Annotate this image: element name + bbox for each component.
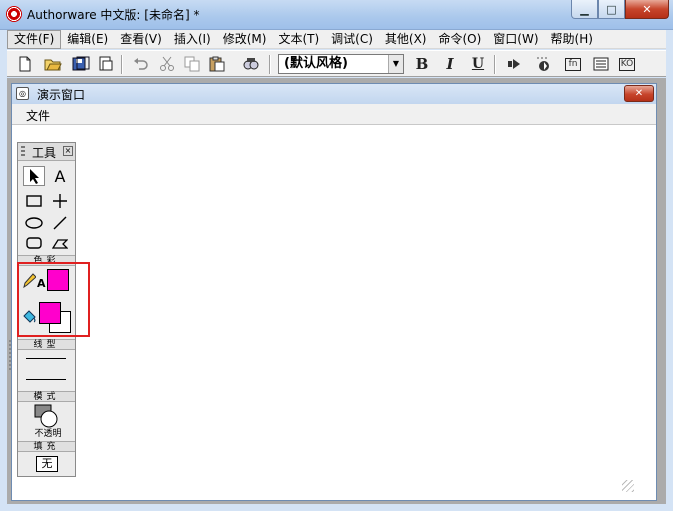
orthogonal-line-tool[interactable] bbox=[49, 191, 71, 211]
presentation-close-button[interactable]: ✕ bbox=[624, 85, 654, 102]
mode-value: 不透明 bbox=[34, 429, 62, 439]
pointer-tool[interactable] bbox=[23, 166, 45, 186]
line-section-label: 线型 bbox=[18, 339, 75, 350]
restart-icon[interactable] bbox=[534, 54, 554, 74]
highlight-frame bbox=[17, 262, 90, 337]
polygon-tool[interactable] bbox=[49, 233, 71, 253]
variables-icon[interactable] bbox=[591, 54, 611, 74]
knowledge-objects-icon[interactable]: KO bbox=[619, 58, 635, 71]
menu-insert[interactable]: 插入(I) bbox=[168, 31, 217, 48]
diagonal-line-tool[interactable] bbox=[49, 213, 71, 233]
line-style-default[interactable] bbox=[26, 379, 66, 380]
presentation-icon: ◎ bbox=[16, 87, 29, 100]
window-controls: ▁ □ ✕ bbox=[571, 0, 669, 20]
palette-title: 工具 bbox=[32, 146, 57, 160]
menu-text[interactable]: 文本(T) bbox=[272, 31, 325, 48]
minimize-button[interactable]: ▁ bbox=[571, 0, 598, 19]
chevron-down-icon[interactable]: ▼ bbox=[388, 55, 403, 73]
mode-section-label: 模式 bbox=[18, 391, 75, 402]
window-title: Authorware 中文版: [未命名] * bbox=[27, 8, 200, 22]
authorware-logo-icon bbox=[6, 6, 22, 22]
toolbar-separator bbox=[121, 55, 123, 74]
fill-section-label: 填充 bbox=[18, 441, 75, 452]
menu-file[interactable]: 文件(F) bbox=[7, 29, 62, 49]
fill-pattern-button[interactable]: 无 bbox=[36, 456, 58, 472]
save-all-icon[interactable] bbox=[71, 54, 91, 74]
menu-edit[interactable]: 编辑(E) bbox=[61, 31, 114, 48]
toolbar-separator bbox=[494, 55, 496, 74]
copy-icon[interactable] bbox=[182, 54, 202, 74]
bold-button[interactable]: B bbox=[412, 54, 432, 74]
new-file-icon[interactable] bbox=[15, 54, 35, 74]
rectangle-tool[interactable] bbox=[23, 191, 45, 211]
text-style-value: (默认风格) bbox=[284, 56, 348, 71]
presentation-title: 演示窗口 bbox=[37, 88, 86, 102]
app-titlebar[interactable]: Authorware 中文版: [未命名] * ▁ □ ✕ bbox=[0, 0, 673, 30]
main-toolbar: (默认风格) ▼ B I U fn KO bbox=[7, 50, 666, 77]
drag-handle-icon[interactable] bbox=[21, 146, 25, 158]
menu-other[interactable]: 其他(X) bbox=[379, 31, 433, 48]
palette-header[interactable]: 工具 × bbox=[18, 143, 75, 161]
menu-debug[interactable]: 调试(C) bbox=[325, 31, 379, 48]
ellipse-tool[interactable] bbox=[23, 213, 45, 233]
close-button[interactable]: ✕ bbox=[625, 0, 669, 19]
italic-button[interactable]: I bbox=[440, 54, 460, 74]
toolbar-separator bbox=[269, 55, 271, 74]
find-icon[interactable] bbox=[241, 54, 261, 74]
menu-help[interactable]: 帮助(H) bbox=[545, 31, 599, 48]
resize-grip-icon[interactable] bbox=[622, 480, 634, 492]
presentation-window: ◎ 演示窗口 ✕ 文件 bbox=[11, 83, 657, 501]
paste-icon[interactable] bbox=[207, 54, 227, 74]
underline-button[interactable]: U bbox=[468, 54, 488, 74]
maximize-button[interactable]: □ bbox=[598, 0, 625, 19]
mode-opaque-icon[interactable] bbox=[34, 404, 60, 428]
presentation-menu-file[interactable]: 文件 bbox=[26, 107, 50, 124]
menu-commands[interactable]: 命令(O) bbox=[432, 31, 487, 48]
presentation-menubar: 文件 bbox=[12, 104, 656, 125]
presentation-canvas[interactable] bbox=[12, 126, 656, 500]
presentation-titlebar[interactable]: ◎ 演示窗口 ✕ bbox=[12, 84, 656, 104]
import-icon[interactable] bbox=[96, 54, 116, 74]
menu-view[interactable]: 查看(V) bbox=[114, 31, 168, 48]
open-folder-icon[interactable] bbox=[43, 54, 63, 74]
rounded-rectangle-tool[interactable] bbox=[23, 233, 45, 253]
play-icon[interactable] bbox=[504, 54, 524, 74]
menu-bar: 文件(F) 编辑(E) 查看(V) 插入(I) 修改(M) 文本(T) 调试(C… bbox=[7, 29, 666, 49]
menu-window[interactable]: 窗口(W) bbox=[487, 31, 544, 48]
palette-close-button[interactable]: × bbox=[63, 146, 73, 156]
undo-icon[interactable] bbox=[131, 54, 151, 74]
cut-icon[interactable] bbox=[157, 54, 177, 74]
text-style-combo[interactable]: (默认风格) ▼ bbox=[278, 54, 404, 74]
menu-modify[interactable]: 修改(M) bbox=[217, 31, 273, 48]
functions-icon[interactable]: fn bbox=[565, 58, 581, 71]
text-tool[interactable]: A bbox=[49, 166, 71, 186]
line-style-thin[interactable] bbox=[26, 358, 66, 359]
